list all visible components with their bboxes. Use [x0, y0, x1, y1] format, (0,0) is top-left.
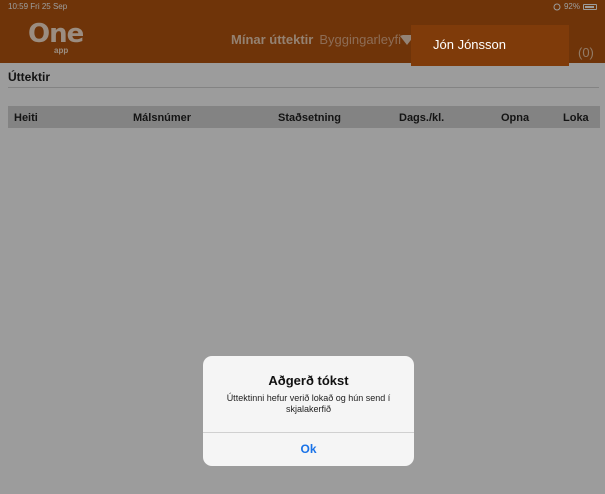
dialog-title: Aðgerð tókst — [268, 373, 349, 388]
dialog-message: Úttektinni hefur verið lokað og hún send… — [226, 393, 391, 414]
user-menu[interactable]: Jón Jónsson — [411, 25, 569, 66]
success-dialog: Aðgerð tókst Úttektinni hefur verið loka… — [203, 356, 414, 466]
ok-button[interactable]: Ok — [203, 433, 414, 466]
user-name: Jón Jónsson — [433, 37, 506, 52]
